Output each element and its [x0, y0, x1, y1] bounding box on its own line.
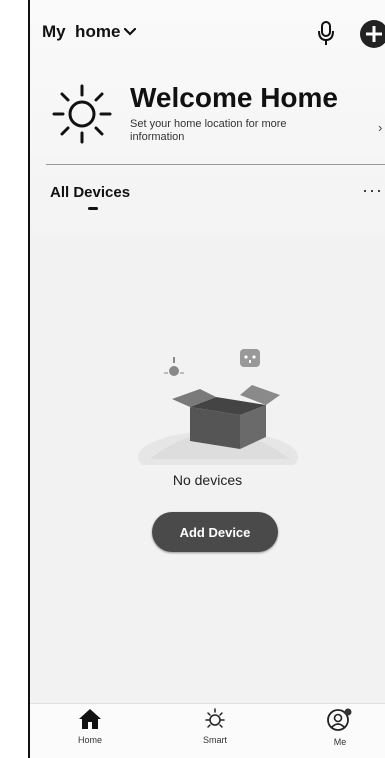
welcome-title: Welcome Home [130, 82, 338, 113]
user-icon [327, 708, 352, 731]
sun-outline-icon [205, 708, 225, 728]
tab-smart-label: Smart [202, 735, 227, 745]
add-device-button[interactable]: Add Device [152, 512, 278, 552]
more-options-icon[interactable]: ··· [362, 180, 383, 201]
bottom-tab-bar: Home Smart Me [30, 703, 385, 758]
header-area: My home Welcome Home Set your home locat… [30, 0, 385, 238]
welcome-subtitle: Set your home location for more informat… [130, 118, 287, 143]
tab-all-devices[interactable]: All Devices [50, 184, 130, 201]
tab-indicator [88, 207, 98, 210]
tab-home-label: Home [77, 735, 102, 745]
divider [46, 164, 385, 165]
home-icon [79, 709, 101, 729]
microphone-icon[interactable] [316, 20, 336, 46]
chevron-down-icon [124, 28, 137, 36]
home-name: My home [42, 22, 121, 41]
plus-circle-icon[interactable] [358, 18, 385, 50]
tab-home[interactable]: Home [60, 708, 120, 745]
welcome-card[interactable]: Welcome Home Set your home location for … [44, 80, 384, 152]
tab-me[interactable]: Me [310, 708, 370, 747]
app-screen: My home Welcome Home Set your home locat… [28, 0, 385, 758]
tab-me-label: Me [333, 737, 347, 747]
chevron-right-icon: › [378, 120, 383, 135]
home-selector[interactable]: My home [42, 22, 137, 42]
empty-box-illustration [138, 349, 298, 465]
sun-icon [52, 84, 112, 144]
tab-smart[interactable]: Smart [185, 708, 245, 745]
empty-state-text: No devices [172, 472, 243, 488]
